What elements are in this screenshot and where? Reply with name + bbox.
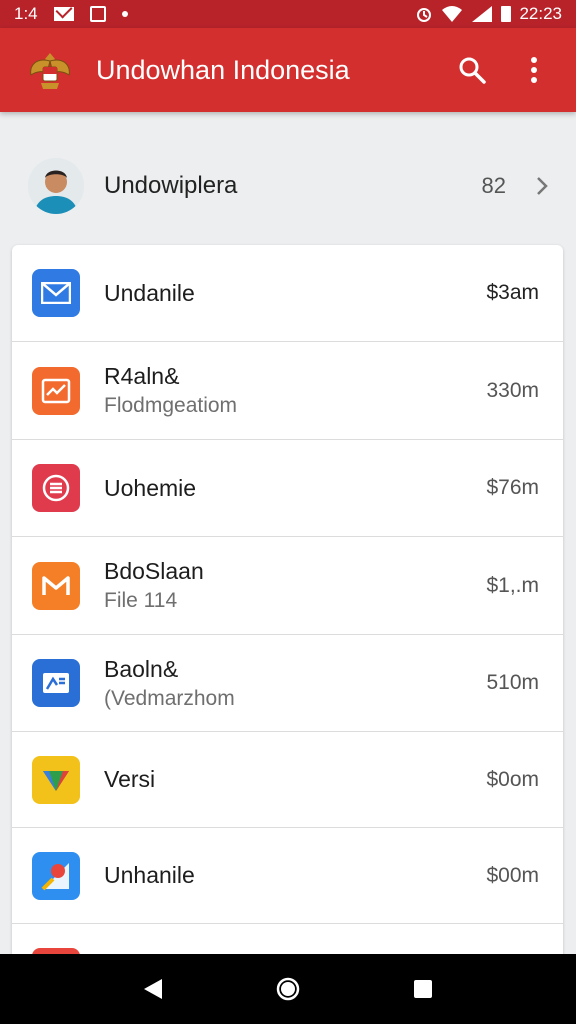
play-icon <box>32 755 80 804</box>
item-meta: $76m <box>486 476 539 499</box>
status-time: 22:23 <box>519 4 562 23</box>
list-item[interactable]: R4aln& Flodmgeatiom 330m <box>12 342 563 440</box>
item-meta: $1,.m <box>486 573 539 597</box>
signal-icon <box>472 6 493 22</box>
item-meta: $00m <box>486 863 539 887</box>
item-title: R4aln& <box>104 363 180 389</box>
item-meta: 330m <box>486 378 539 402</box>
profile-row[interactable]: Undowiplera 82 <box>0 140 576 232</box>
trend-icon <box>32 366 80 415</box>
chevron-right-icon <box>522 175 562 197</box>
battery-icon <box>501 6 512 22</box>
recents-button[interactable] <box>405 971 441 1007</box>
list-icon <box>32 464 80 512</box>
mail-icon <box>32 269 80 317</box>
list-item[interactable]: Unhanile $00m <box>12 828 563 924</box>
gmail-icon <box>32 561 80 610</box>
item-title: Unhanile <box>104 862 195 888</box>
item-meta: 510m <box>486 671 539 694</box>
navigation-bar <box>0 954 576 1024</box>
search-button[interactable] <box>454 52 490 88</box>
mail-notification-icon <box>53 7 74 21</box>
more-options-button[interactable] <box>516 52 552 88</box>
item-subtitle: File 114 <box>104 589 178 612</box>
item-title: Baoln& <box>104 655 179 682</box>
dot-notification-icon <box>121 11 128 17</box>
status-left-text: 1:4 <box>14 4 38 23</box>
wifi-icon <box>442 6 463 22</box>
list-item[interactable]: Undanile $3am <box>12 245 563 342</box>
home-circle-icon <box>276 977 300 1001</box>
item-subtitle: (Vedmarzhom <box>104 686 235 710</box>
item-subtitle: Flodmgeatiom <box>104 394 238 417</box>
profile-count: 82 <box>481 173 506 198</box>
item-title: Uohemie <box>104 474 197 501</box>
item-title: Undanile <box>104 279 195 306</box>
back-button[interactable] <box>135 971 171 1007</box>
app-list-card: Undanile $3am R4aln& Flodmgeatiom 330m U… <box>12 245 563 965</box>
app-bar: Undowhan Indonesia <box>0 28 576 112</box>
item-meta: $0om <box>486 767 539 791</box>
item-title: Versi <box>104 766 156 792</box>
item-meta: $3am <box>486 281 539 304</box>
list-item[interactable]: Baoln& (Vedmarzhom 510m <box>12 635 563 732</box>
list-item[interactable]: Uohemie $76m <box>12 440 563 537</box>
more-vert-icon <box>531 57 537 83</box>
avatar <box>28 158 84 214</box>
list-item[interactable]: BdoSlaan File 114 $1,.m <box>12 537 563 635</box>
garuda-logo-icon <box>22 42 78 98</box>
back-triangle-icon <box>144 979 163 999</box>
item-title: BdoSlaan <box>104 558 204 584</box>
alarm-icon <box>417 8 432 22</box>
status-bar: 1:4 22:23 <box>0 0 576 28</box>
home-button[interactable] <box>270 971 306 1007</box>
photo-icon <box>32 659 80 707</box>
app-title: Undowhan Indonesia <box>96 54 350 85</box>
profile-name: Undowiplera <box>104 172 238 199</box>
list-item[interactable]: Versi $0om <box>12 732 563 828</box>
search-icon <box>459 57 486 84</box>
image-notification-icon <box>89 6 106 22</box>
maps-icon <box>32 851 80 900</box>
recents-square-icon <box>413 980 432 998</box>
